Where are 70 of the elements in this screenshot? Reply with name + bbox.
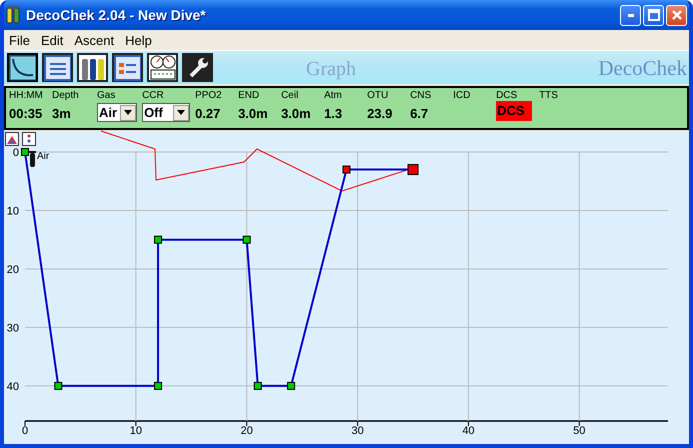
maximize-icon — [648, 9, 660, 21]
chart-icon[interactable] — [5, 132, 19, 146]
brand-label: DecoChek — [598, 56, 687, 81]
field-value: 3.0m — [238, 106, 269, 121]
menu-item[interactable]: Ascent — [69, 32, 120, 48]
form-button[interactable] — [112, 53, 143, 82]
list-button[interactable] — [42, 53, 73, 82]
menu-item[interactable]: Help — [120, 32, 158, 48]
field-value: 3.0m — [281, 106, 312, 121]
field-label: Ceil — [281, 90, 300, 101]
axis-label: 10 — [6, 205, 19, 218]
legend-icon[interactable] — [22, 132, 36, 146]
close-button[interactable] — [666, 4, 687, 26]
axis-label: 30 — [6, 322, 19, 334]
axis-label: 20 — [6, 264, 19, 276]
field-label: PPO2 — [195, 90, 223, 101]
axis-label: 0 — [12, 147, 19, 159]
data-point[interactable] — [242, 236, 251, 244]
minimize-icon — [628, 14, 634, 16]
axis-label: 30 — [351, 425, 364, 437]
graph-button[interactable] — [7, 53, 38, 82]
data-point[interactable] — [154, 236, 162, 244]
data-point[interactable] — [154, 382, 162, 390]
field-label: Atm — [324, 90, 343, 101]
axis-label: 0 — [22, 425, 28, 437]
gauges-button[interactable] — [147, 53, 178, 82]
data-point[interactable] — [342, 166, 350, 174]
axis-label: 40 — [6, 380, 19, 393]
field-label: Gas — [97, 90, 116, 101]
data-point[interactable] — [408, 164, 419, 176]
axis-label: 20 — [240, 425, 253, 437]
menu-item[interactable]: Edit — [36, 32, 70, 48]
field-label: CNS — [410, 90, 432, 101]
field-label: HH:MM — [9, 90, 44, 101]
view-title: Graph — [306, 58, 356, 81]
field-value: 3m — [52, 106, 72, 121]
app-icon — [6, 6, 20, 24]
close-icon — [670, 9, 682, 21]
minimize-button[interactable] — [620, 4, 641, 26]
field-label: ICD — [453, 90, 472, 101]
window-title: DecoChek 2.04 - New Dive* — [26, 7, 207, 23]
data-point[interactable] — [254, 382, 262, 390]
field-value: 1.3 — [324, 106, 344, 121]
gas-label: Air — [37, 151, 50, 162]
data-point[interactable] — [287, 382, 296, 390]
field-label: TTS — [539, 90, 559, 101]
menu-item[interactable]: File — [4, 32, 36, 48]
axis-label: 10 — [130, 425, 142, 437]
data-point[interactable] — [54, 382, 62, 390]
field-value: 6.7 — [410, 106, 430, 121]
dropdown[interactable]: Off — [142, 103, 190, 122]
field-value: 0.27 — [195, 106, 222, 121]
field-label: DCS — [496, 90, 518, 101]
axis-label: 40 — [462, 425, 475, 437]
field-label: OTU — [367, 90, 390, 101]
maximize-button[interactable] — [643, 4, 664, 26]
field-label: CCR — [142, 90, 165, 101]
field-label: END — [238, 90, 260, 101]
field-value: 00:35 — [9, 106, 44, 121]
caret-icon — [124, 110, 132, 115]
field-label: Depth — [52, 90, 80, 101]
alert-value: DCS — [496, 101, 532, 121]
cylinders-button[interactable] — [77, 53, 108, 82]
wrench-button[interactable] — [182, 53, 213, 82]
field-value: 23.9 — [367, 106, 394, 121]
cylinder-icon — [29, 151, 36, 167]
dropdown[interactable]: Air — [97, 103, 138, 122]
data-point[interactable] — [21, 148, 29, 156]
axis-label: 50 — [573, 425, 586, 437]
caret-icon — [177, 110, 186, 115]
